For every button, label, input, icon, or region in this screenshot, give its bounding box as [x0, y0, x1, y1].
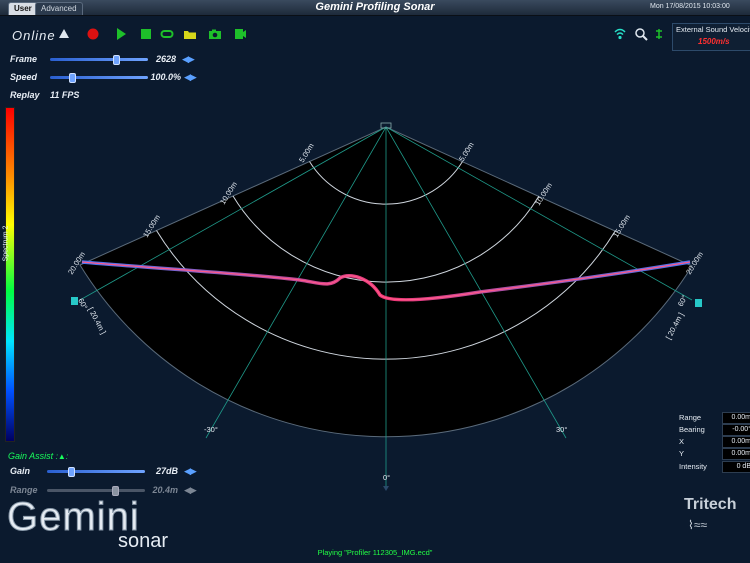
range-slider[interactable] — [47, 486, 145, 496]
info-value-x: 0.00m — [722, 436, 750, 448]
info-value-intensity: 0 dB — [722, 461, 750, 473]
bottom-marker — [383, 486, 389, 491]
tritech-logo: Tritech — [684, 496, 737, 513]
info-value-range: 0.00m — [722, 412, 750, 424]
bearing-label-neg30: -30° — [204, 425, 218, 434]
left-fan-handle — [71, 297, 78, 305]
sonar-fan-display[interactable]: 5.00m 10.00m 15.00m 20.00m 5.00m 10.00m … — [0, 0, 750, 563]
tritech-wave-icon: ⌇≈≈ — [688, 518, 708, 532]
info-value-bearing: -0.00° — [722, 424, 750, 436]
range-step-arrows[interactable]: ◀▶ — [184, 485, 197, 496]
gain-label: Gain — [10, 466, 31, 476]
right-fan-handle — [695, 299, 702, 307]
gain-assist-toggle[interactable]: Gain Assist :▲: — [8, 451, 68, 461]
range-label: Range — [10, 485, 38, 495]
range-label-right-5m: 5.00m — [457, 141, 476, 163]
info-label-x: X — [679, 437, 685, 446]
right-edge-angle: 60° — [676, 294, 689, 308]
gain-assist-label: Gain Assist — [8, 451, 54, 461]
info-label-intensity: Intensity — [679, 462, 707, 471]
bearing-label-30: 30° — [556, 425, 567, 434]
right-edge-range: [ 20.4m ] — [664, 311, 686, 341]
info-label-y: Y — [679, 449, 685, 458]
status-bar: Playing "Profiler 112305_IMG.ecd" — [317, 548, 433, 557]
gain-slider[interactable] — [47, 467, 145, 477]
info-label-bearing: Bearing — [679, 425, 705, 434]
bearing-label-0: 0° — [383, 473, 390, 482]
gain-slider-handle[interactable] — [68, 467, 76, 477]
info-label-range: Range — [679, 413, 702, 422]
gain-assist-icon: :▲: — [55, 452, 69, 461]
gain-value: 27dB — [155, 466, 178, 476]
info-value-y: 0.00m — [722, 448, 750, 460]
left-edge-range: [ 20.4m ] — [86, 306, 108, 336]
gain-step-arrows[interactable]: ◀▶ — [184, 466, 197, 477]
range-value: 20.4m — [152, 485, 178, 495]
